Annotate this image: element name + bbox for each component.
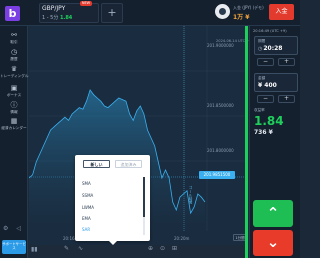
account-balance[interactable]: 入金 (JPY) (デモ) 1万 ¥ bbox=[233, 5, 264, 21]
crosshair-icon[interactable]: ⊕ bbox=[148, 245, 153, 252]
amount-minus-button[interactable]: − bbox=[257, 95, 274, 103]
sidebar-item-label: ボーナス bbox=[6, 93, 22, 97]
sidebar-item-trade[interactable]: ⚯ 取引 bbox=[0, 31, 28, 45]
deposit-button[interactable]: 入金 bbox=[269, 4, 294, 20]
draw-icon[interactable]: ✎ bbox=[64, 245, 69, 252]
y-tick: 201.8500000 bbox=[207, 103, 234, 108]
list-item[interactable]: SMA bbox=[82, 181, 91, 186]
sidebar-item-label: 履歴 bbox=[10, 57, 18, 61]
sidebar-item-calendar[interactable]: ▦ 経済カレンダー bbox=[0, 117, 28, 131]
server-time: 20:16:49 (UTC +9) bbox=[253, 29, 287, 33]
new-badge: NEW bbox=[80, 1, 92, 6]
tab-new[interactable]: 新しい bbox=[83, 160, 110, 168]
popup-scrollbar[interactable] bbox=[143, 177, 145, 235]
history-icon: ◷ bbox=[10, 48, 18, 56]
calendar-icon: ▦ bbox=[10, 117, 18, 125]
y-tick: 201.9000000 bbox=[207, 43, 234, 48]
sidebar: ⚯ 取引 ◷ 履歴 ♛ トレーディングルーム ▣ ボーナス ⓘ 情報 ▦ 経済カ… bbox=[0, 26, 36, 258]
chart-type-icon[interactable]: ▮▮ bbox=[31, 246, 38, 253]
expiry-value-wrap: ◷20:28 bbox=[258, 45, 282, 52]
account-label: 入金 (JPY) (デモ) bbox=[233, 5, 264, 10]
sidebar-item-info[interactable]: ⓘ 情報 bbox=[0, 101, 28, 115]
account-value: 1万 ¥ bbox=[233, 14, 250, 21]
amount-value: ¥ 400 bbox=[258, 82, 277, 89]
add-asset-button[interactable]: + bbox=[101, 3, 123, 23]
amount-caption: 金額 bbox=[258, 76, 266, 80]
y-tick: 201.8000000 bbox=[207, 148, 234, 153]
list-item[interactable]: SAR bbox=[82, 227, 90, 232]
sidebar-item-label: 経済カレンダー bbox=[1, 126, 27, 130]
current-price-tag: 201.9851500 bbox=[199, 171, 235, 179]
expiry-label: ゴール時間 bbox=[189, 186, 193, 204]
expiry-field[interactable]: 期間 ◷20:28 bbox=[254, 36, 298, 55]
clock-icon: ◷ bbox=[258, 46, 263, 52]
asset-payout: 1.84 bbox=[59, 15, 73, 21]
sidebar-item-label: 情報 bbox=[10, 110, 18, 114]
sidebar-item-label: 取引 bbox=[10, 40, 18, 44]
list-item[interactable]: SSMA bbox=[82, 193, 93, 198]
trading-app: b GBP/JPY 1 - 5分 1.84 NEW + 入金 (JPY) (デモ… bbox=[0, 0, 300, 258]
arrow-down-icon: ⌄ bbox=[266, 233, 280, 251]
buy-up-button[interactable]: ⌃ bbox=[253, 200, 293, 227]
tournament-icon: ♛ bbox=[10, 65, 18, 73]
plus-icon[interactable]: ⊞ bbox=[172, 245, 177, 252]
asset-timeframe: 1 - 5分 bbox=[42, 15, 59, 21]
settings-row: ⚙ ◁ bbox=[3, 225, 25, 233]
target-icon[interactable]: ⊙ bbox=[160, 245, 165, 252]
payout-amount: 736 ¥ bbox=[254, 129, 273, 136]
logo: b bbox=[5, 6, 20, 21]
payout-value: 1.84 bbox=[254, 114, 284, 128]
expiry-plus-button[interactable]: + bbox=[278, 58, 295, 66]
tab-added[interactable]: 追加済み bbox=[115, 160, 142, 168]
top-bar: b GBP/JPY 1 - 5分 1.84 NEW + 入金 (JPY) (デモ… bbox=[0, 0, 300, 26]
asset-name: GBP/JPY bbox=[42, 5, 66, 12]
sidebar-item-bonus[interactable]: ▣ ボーナス bbox=[0, 84, 28, 98]
x-tick: 20:20m bbox=[174, 236, 190, 241]
sidebar-item-label: トレーディングルーム bbox=[0, 74, 36, 78]
bonus-icon: ▣ bbox=[10, 84, 18, 92]
list-item[interactable]: LWMA bbox=[82, 205, 94, 210]
info-icon: ⓘ bbox=[10, 101, 18, 109]
gear-icon[interactable]: ⚙ bbox=[3, 225, 8, 232]
expiry-caption: 期間 bbox=[258, 39, 266, 43]
amount-field[interactable]: 金額 ¥ 400 bbox=[254, 73, 298, 92]
payout-indicator-bar bbox=[245, 26, 248, 258]
trade-icon: ⚯ bbox=[11, 31, 17, 39]
payout-caption: 収益率 bbox=[254, 108, 265, 112]
popup-caret bbox=[109, 241, 117, 245]
sidebar-item-history[interactable]: ◷ 履歴 bbox=[0, 48, 28, 62]
sidebar-item-tournaments[interactable]: ♛ トレーディングルーム bbox=[0, 65, 36, 79]
sell-down-button[interactable]: ⌄ bbox=[253, 230, 293, 256]
arrow-up-icon: ⌃ bbox=[266, 204, 280, 222]
expiry-minus-button[interactable]: − bbox=[257, 58, 274, 66]
asset-info: 1 - 5分 1.84 bbox=[42, 14, 72, 21]
avatar[interactable] bbox=[215, 4, 230, 19]
asset-tab[interactable]: GBP/JPY 1 - 5分 1.84 bbox=[39, 3, 99, 23]
expiry-value: 20:28 bbox=[263, 45, 283, 52]
indicator-popup: 新しい 追加済み SMA SSMA LWMA EMA SAR bbox=[75, 155, 150, 245]
support-button[interactable]: サポートサービス bbox=[2, 240, 26, 254]
indicator-icon[interactable]: ∿ bbox=[78, 245, 83, 252]
amount-plus-button[interactable]: + bbox=[278, 95, 295, 103]
volume-icon[interactable]: ◁ bbox=[16, 225, 21, 232]
list-item[interactable]: EMA bbox=[82, 216, 91, 221]
